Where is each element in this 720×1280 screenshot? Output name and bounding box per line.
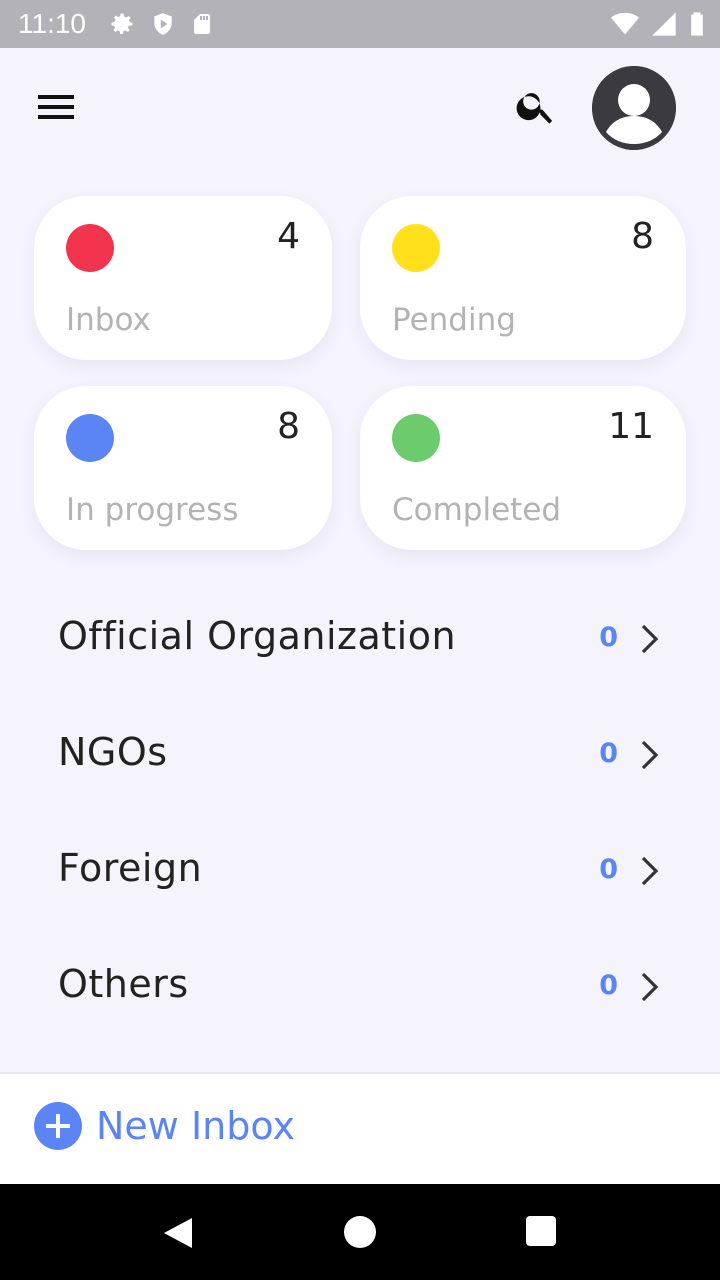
- back-triangle-icon[interactable]: [162, 1216, 194, 1254]
- search-button[interactable]: [514, 84, 558, 128]
- category-row-official-organization[interactable]: Official Organization 0: [0, 586, 720, 702]
- card-in-progress[interactable]: 8 In progress: [34, 386, 332, 550]
- card-count: 8: [631, 216, 654, 257]
- battery-icon: [688, 10, 706, 42]
- completed-dot: [392, 414, 440, 462]
- category-label: Others: [58, 962, 189, 1006]
- card-pending[interactable]: 8 Pending: [360, 196, 686, 360]
- home-circle-icon[interactable]: [344, 1216, 376, 1248]
- category-count: 0: [599, 622, 618, 653]
- category-count: 0: [599, 854, 618, 885]
- category-row-foreign[interactable]: Foreign 0: [0, 818, 720, 934]
- chevron-right-icon: [638, 854, 662, 888]
- shield-icon: [150, 10, 176, 42]
- card-label: Pending: [392, 302, 516, 338]
- add-circle-icon: [34, 1102, 82, 1150]
- card-label: Inbox: [66, 302, 151, 338]
- bottom-action-bar: New Inbox: [0, 1072, 720, 1186]
- signal-icon: [650, 10, 678, 42]
- category-count: 0: [599, 970, 618, 1001]
- category-label: NGOs: [58, 730, 168, 774]
- card-count: 8: [277, 406, 300, 447]
- category-count: 0: [599, 738, 618, 769]
- card-inbox[interactable]: 4 Inbox: [34, 196, 332, 360]
- wifi-icon: [610, 10, 640, 42]
- chevron-right-icon: [638, 622, 662, 656]
- pending-dot: [392, 224, 440, 272]
- sd-card-icon: [190, 10, 214, 42]
- card-count: 4: [277, 216, 300, 257]
- recents-square-icon[interactable]: [526, 1216, 556, 1246]
- search-icon: [514, 93, 558, 132]
- inbox-dot: [66, 224, 114, 272]
- card-label: Completed: [392, 492, 562, 528]
- status-time: 11:10: [18, 8, 86, 39]
- status-icons-left: [108, 10, 214, 42]
- category-label: Official Organization: [58, 614, 457, 658]
- new-inbox-button[interactable]: New Inbox: [34, 1102, 295, 1150]
- card-completed[interactable]: 11 Completed: [360, 386, 686, 550]
- new-inbox-label: New Inbox: [96, 1104, 295, 1148]
- account-circle-icon: [592, 66, 676, 150]
- hamburger-menu-icon: [36, 95, 76, 126]
- gear-icon: [108, 10, 136, 42]
- category-label: Foreign: [58, 846, 203, 890]
- category-row-ngos[interactable]: NGOs 0: [0, 702, 720, 818]
- app-bar: [0, 48, 720, 168]
- card-label: In progress: [66, 492, 239, 528]
- menu-button[interactable]: [36, 92, 76, 122]
- navigation-bar: [0, 1184, 720, 1280]
- chevron-right-icon: [638, 970, 662, 1004]
- avatar[interactable]: [592, 66, 676, 150]
- chevron-right-icon: [638, 738, 662, 772]
- status-icons-right: [610, 10, 706, 42]
- category-row-others[interactable]: Others 0: [0, 934, 720, 1050]
- in-progress-dot: [66, 414, 114, 462]
- card-count: 11: [608, 406, 654, 447]
- status-bar: 11:10: [0, 0, 720, 48]
